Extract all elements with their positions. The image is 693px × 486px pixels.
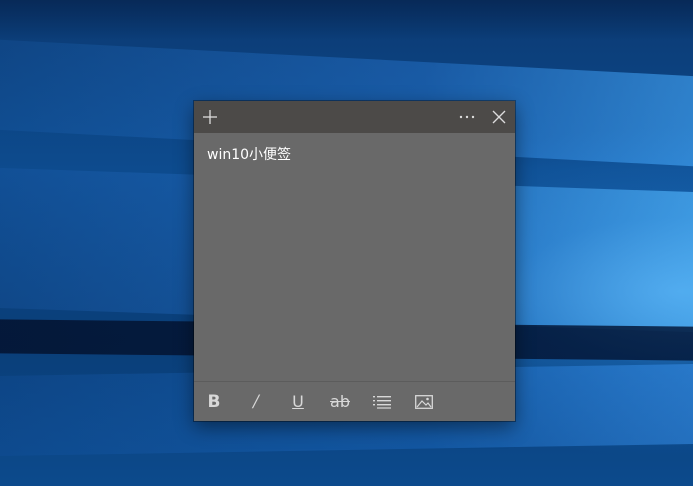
sticky-note-window: win10小便签 B / U ab [194,101,515,421]
close-icon [492,110,506,124]
wallpaper-shade [0,0,693,40]
note-titlebar[interactable] [194,101,515,133]
format-toolbar: B / U ab [194,382,515,421]
plus-icon [203,110,217,124]
bold-button[interactable]: B [197,382,231,421]
image-icon [415,394,433,409]
underline-button[interactable]: U [281,382,315,421]
insert-image-button[interactable] [407,382,441,421]
bulleted-list-icon [373,395,391,409]
note-menu-button[interactable] [451,101,483,133]
new-note-button[interactable] [194,101,226,133]
italic-button[interactable]: / [239,382,273,421]
more-dots-icon [459,115,475,119]
bulleted-list-button[interactable] [365,382,399,421]
note-text-area[interactable]: win10小便签 [207,145,502,165]
strikethrough-button[interactable]: ab [323,382,357,421]
delete-note-button[interactable] [483,101,515,133]
